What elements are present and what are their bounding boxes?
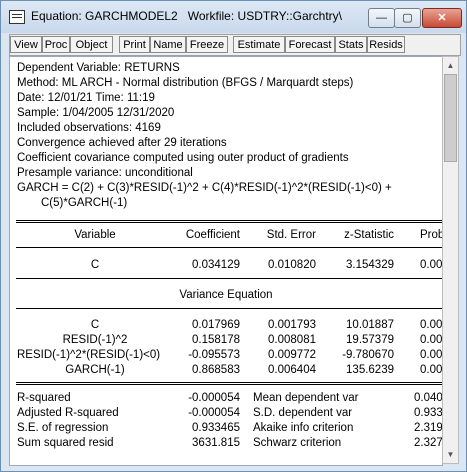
maximize-icon: ▢ [402, 12, 413, 24]
divider-stats-top-double [16, 384, 442, 385]
observations-line: Included observations: 4169 [17, 122, 161, 134]
toolbar-view-button[interactable]: View [10, 36, 42, 53]
equation-window-icon [9, 10, 25, 24]
variance-row-variable: GARCH(-1) [65, 364, 125, 376]
stat-label: S.E. of regression [17, 422, 109, 434]
variance-row-prob: 0.0000 [420, 319, 443, 331]
variance-row-prob: 0.0000 [420, 334, 443, 346]
stat-value: 0.933465 [192, 422, 240, 434]
variance-equation-title: Variance Equation [179, 289, 273, 301]
stat-label: Mean dependent var [253, 392, 359, 404]
stat-label: Akaike info criterion [253, 422, 354, 434]
variance-row-coefficient: 0.868583 [192, 364, 240, 376]
mean-row-coefficient: 0.034129 [192, 259, 240, 271]
variance-row-variable: RESID(-1)^2*(RESID(-1)<0) [17, 349, 161, 361]
stat-value: 3631.815 [192, 437, 240, 449]
column-header-z-statistic: z-Statistic [344, 229, 394, 241]
variance-row-z-statistic: -9.780670 [342, 349, 394, 361]
title-bar[interactable]: Equation: GARCHMODEL2 Workfile: USDTRY::G… [1, 1, 466, 33]
variance-row-z-statistic: 19.57379 [346, 334, 394, 346]
toolbar-stats-button[interactable]: Stats [335, 36, 367, 53]
stat-value: -0.000054 [188, 392, 240, 404]
variance-row-prob: 0.0000 [420, 364, 443, 376]
date-line: Date: 12/01/21 Time: 11:19 [17, 92, 155, 104]
toolbar-proc-button[interactable]: Proc [42, 36, 70, 53]
equation-toolbar: View Proc Object Print Name Freeze Estim… [9, 34, 461, 56]
maximize-button[interactable]: ▢ [394, 8, 421, 28]
presample-line: Presample variance: unconditional [17, 167, 193, 179]
divider-top-double [16, 222, 442, 223]
vertical-scrollbar[interactable]: ▲ ▼ [442, 56, 459, 464]
variance-row-coefficient: 0.017969 [192, 319, 240, 331]
dependent-variable-line: Dependent Variable: RETURNS [17, 62, 180, 74]
variance-row-prob: 0.0000 [420, 349, 443, 361]
variance-row-std-error: 0.008081 [268, 334, 316, 346]
variance-row-variable: RESID(-1)^2 [62, 334, 128, 346]
stat-value: 0.9334 [414, 407, 443, 419]
covariance-line: Coefficient covariance computed using ou… [17, 152, 349, 164]
mean-row-prob: 0.0016 [420, 259, 443, 271]
stat-value: 2.3270 [414, 437, 443, 449]
equation-window: Equation: GARCHMODEL2 Workfile: USDTRY::G… [0, 0, 467, 472]
variance-row-coefficient: 0.158178 [192, 334, 240, 346]
variance-row-z-statistic: 135.6239 [346, 364, 394, 376]
window-title-workfile: Workfile: USDTRY::Garchtry\ [187, 9, 342, 23]
toolbar-forecast-button[interactable]: Forecast [285, 36, 335, 53]
column-header-variable: Variable [74, 229, 116, 241]
variance-row-variable: C [90, 319, 100, 331]
method-line: Method: ML ARCH - Normal distribution (B… [17, 77, 354, 89]
estimation-header: Dependent Variable: RETURNS Method: ML A… [17, 61, 392, 211]
variance-row-coefficient: -0.095573 [188, 349, 240, 361]
mean-row-std-error: 0.010820 [268, 259, 316, 271]
variance-row-std-error: 0.006404 [268, 364, 316, 376]
toolbar-object-button[interactable]: Object [70, 36, 113, 53]
divider-variance-top [16, 278, 442, 279]
mean-row-variable: C [90, 259, 100, 271]
close-icon: ✕ [437, 12, 447, 24]
stat-value: 2.3194 [414, 422, 443, 434]
minimize-icon: — [376, 12, 387, 24]
toolbar-resids-button[interactable]: Resids [367, 36, 405, 53]
toolbar-print-button[interactable]: Print [119, 36, 150, 53]
window-title-equation: Equation: GARCHMODEL2 [31, 9, 178, 23]
stat-label: S.D. dependent var [253, 407, 353, 419]
garch-equation-continuation: C(5)*GARCH(-1) [41, 197, 128, 209]
scroll-up-icon[interactable]: ▲ [445, 59, 456, 72]
scrollbar-thumb[interactable] [444, 74, 457, 162]
toolbar-estimate-button[interactable]: Estimate [233, 36, 285, 53]
column-header-prob: Prob. [420, 229, 442, 241]
sample-line: Sample: 1/04/2005 12/31/2020 [17, 107, 175, 119]
divider-variance-bottom [16, 308, 442, 309]
garch-equation-line: GARCH = C(2) + C(3)*RESID(-1)^2 + C(4)*R… [17, 182, 392, 194]
variance-row-z-statistic: 10.01887 [346, 319, 394, 331]
toolbar-name-button[interactable]: Name [150, 36, 186, 53]
estimation-output[interactable]: Dependent Variable: RETURNS Method: ML A… [9, 56, 443, 466]
divider-column-header [16, 247, 442, 248]
stat-value: 0.0409 [414, 392, 443, 404]
variance-row-std-error: 0.009772 [268, 349, 316, 361]
minimize-button[interactable]: — [368, 8, 395, 28]
stat-label: R-squared [17, 392, 71, 404]
mean-row-z-statistic: 3.154329 [346, 259, 394, 271]
stat-label: Schwarz criterion [253, 437, 342, 449]
close-button[interactable]: ✕ [422, 8, 462, 28]
toolbar-freeze-button[interactable]: Freeze [186, 36, 228, 53]
scroll-down-icon[interactable]: ▼ [445, 448, 456, 461]
stat-value: -0.000054 [188, 407, 240, 419]
stat-label: Adjusted R-squared [17, 407, 119, 419]
stat-label: Sum squared resid [17, 437, 114, 449]
column-header-coefficient: Coefficient [185, 229, 240, 241]
window-title: Equation: GARCHMODEL2 Workfile: USDTRY::G… [31, 9, 342, 23]
divider-top [16, 220, 442, 221]
variance-row-std-error: 0.001793 [268, 319, 316, 331]
convergence-line: Convergence achieved after 29 iterations [17, 137, 227, 149]
column-header-std-error: Std. Error [266, 229, 316, 241]
divider-stats-top [16, 382, 442, 383]
